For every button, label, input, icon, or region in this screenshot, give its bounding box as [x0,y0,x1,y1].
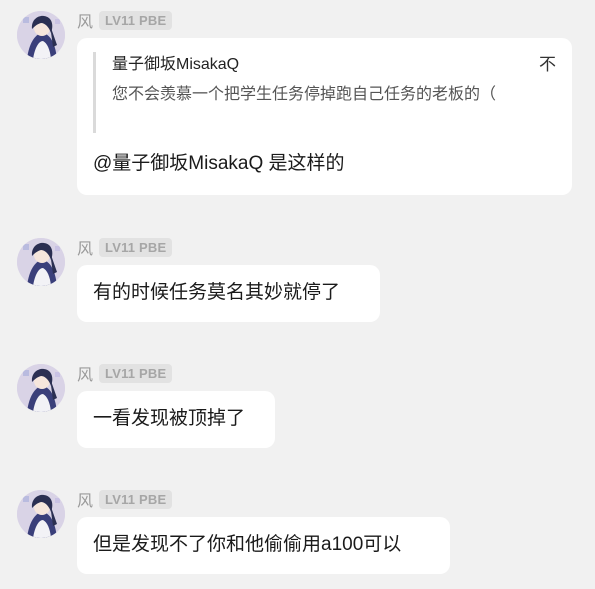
message-bubble[interactable]: 一看发现被顶掉了 [77,391,275,448]
message-meta: 风 LV11 PBE [77,361,173,385]
quote-header: 量子御坂MisakaQ 不 [112,54,556,76]
chat-message-list: 风 LV11 PBE 量子御坂MisakaQ 不 您不会羡慕一个把学生任务停掉跑… [0,0,595,589]
message-bubble[interactable]: 但是发现不了你和他偷偷用a100可以 [77,517,450,574]
message-meta: 风 LV11 PBE [77,235,173,259]
avatar[interactable] [17,238,65,286]
message-text: 但是发现不了你和他偷偷用a100可以 [93,534,402,555]
avatar[interactable] [17,364,65,412]
quoted-message[interactable]: 量子御坂MisakaQ 不 您不会羡慕一个把学生任务停掉跑自己任务的老板的（ [93,52,556,133]
message-bubble[interactable]: 有的时候任务莫名其妙就停了 [77,265,380,322]
sender-name[interactable]: 风 [77,361,93,385]
message-meta: 风 LV11 PBE [77,487,173,511]
quote-text: 您不会羡慕一个把学生任务停掉跑自己任务的老板的（ [112,86,497,103]
message-meta: 风 LV11 PBE [77,8,173,32]
quote-extra-text: 不 [539,55,556,74]
message-text: @量子御坂MisakaQ 是这样的 [93,153,345,174]
message-text: 有的时候任务莫名其妙就停了 [93,282,341,303]
sender-name[interactable]: 风 [77,487,93,511]
anime-avatar-icon [17,490,65,538]
sender-name[interactable]: 风 [77,8,93,32]
anime-avatar-icon [17,238,65,286]
level-badge: LV11 PBE [99,10,173,30]
level-badge: LV11 PBE [99,363,173,383]
level-badge: LV11 PBE [99,237,173,257]
quote-author: 量子御坂MisakaQ [112,56,240,73]
sender-name[interactable]: 风 [77,235,93,259]
message-bubble[interactable]: 量子御坂MisakaQ 不 您不会羡慕一个把学生任务停掉跑自己任务的老板的（ @… [77,38,572,195]
avatar[interactable] [17,490,65,538]
anime-avatar-icon [17,11,65,59]
avatar[interactable] [17,11,65,59]
anime-avatar-icon [17,364,65,412]
message-text: 一看发现被顶掉了 [93,408,246,429]
level-badge: LV11 PBE [99,489,173,509]
